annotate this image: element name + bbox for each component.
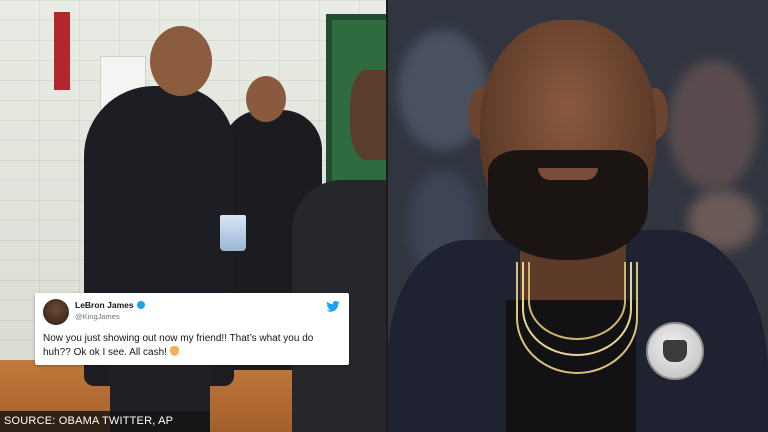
beard [488,150,648,260]
background-person-head [246,76,286,122]
crowd-blur [668,60,758,190]
ok-hand-emoji-icon [169,346,179,356]
cup [220,215,246,251]
tweet-handle: @KingJames [75,312,120,321]
pin-logo [663,340,687,362]
right-photo-panel [388,0,768,432]
main-person-head [150,26,212,96]
red-wall-fixture [54,12,70,90]
verified-badge-icon [136,301,145,309]
foreground-person-right-head [350,70,386,160]
tweet-text: Now you just showing out now my friend!!… [43,333,314,358]
tweet-card: LeBron James @KingJames Now you just sho… [35,293,349,365]
source-caption: SOURCE: OBAMA TWITTER, AP [0,411,210,432]
smile [538,168,598,180]
lapel-pin [646,322,704,380]
jacket-right [626,230,768,432]
jacket-left [388,240,520,432]
left-photo-panel: LeBron James @KingJames Now you just sho… [0,0,386,432]
twitter-bird-icon [326,301,340,312]
tweet-author-name: LeBron James [75,300,145,310]
avatar [43,299,69,325]
gold-chain [528,262,626,340]
